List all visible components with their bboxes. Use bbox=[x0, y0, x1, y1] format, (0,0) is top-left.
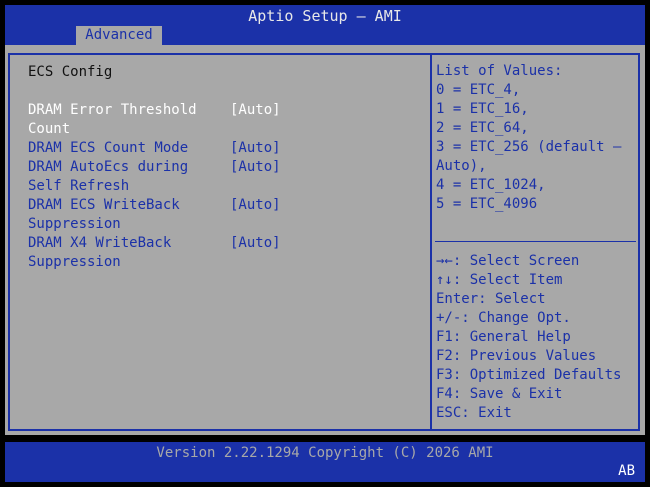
ab-badge: AB bbox=[618, 463, 635, 479]
help-line: 2 = ETC_64, bbox=[436, 120, 529, 136]
setting-value[interactable]: [Auto] bbox=[230, 158, 281, 177]
key-f1: F1: General Help bbox=[436, 329, 571, 345]
help-line: Auto), bbox=[436, 158, 487, 174]
help-line: List of Values: bbox=[436, 63, 563, 79]
section-title: ECS Config bbox=[28, 64, 113, 80]
setting-label: DRAM Error Threshold Count bbox=[28, 102, 197, 137]
setting-label: DRAM ECS Count Mode bbox=[28, 140, 189, 156]
footer-bar: Version 2.22.1294 Copyright (C) 2026 AMI… bbox=[5, 442, 645, 482]
help-line: 1 = ETC_16, bbox=[436, 101, 529, 117]
help-text: List of Values: 0 = ETC_4, 1 = ETC_16, 2… bbox=[436, 62, 636, 214]
vertical-divider bbox=[430, 53, 432, 431]
help-line: 4 = ETC_1024, bbox=[436, 177, 546, 193]
key-legend: →←: Select Screen ↑↓: Select Item Enter:… bbox=[436, 252, 636, 423]
key-f2: F2: Previous Values bbox=[436, 348, 597, 364]
setting-value[interactable]: [Auto] bbox=[230, 139, 281, 158]
setting-value[interactable]: [Auto] bbox=[230, 234, 281, 253]
help-line: 0 = ETC_4, bbox=[436, 82, 521, 98]
setting-label: DRAM X4 WriteBack Suppression bbox=[28, 235, 172, 270]
bios-screen: Aptio Setup – AMI Advanced ECS Config DR… bbox=[0, 0, 650, 487]
help-line: 5 = ETC_4096 bbox=[436, 196, 538, 212]
help-line: 3 = ETC_256 (default – bbox=[436, 139, 622, 155]
setting-label: DRAM ECS WriteBack Suppression bbox=[28, 197, 180, 232]
key-f4: F4: Save & Exit bbox=[436, 386, 563, 402]
key-select-item: ↑↓: Select Item bbox=[436, 272, 563, 288]
tab-advanced[interactable]: Advanced bbox=[76, 26, 162, 45]
setting-value[interactable]: [Auto] bbox=[230, 101, 281, 120]
window-title: Aptio Setup – AMI bbox=[248, 7, 402, 25]
key-esc: ESC: Exit bbox=[436, 405, 512, 421]
version-text: Version 2.22.1294 Copyright (C) 2026 AMI bbox=[156, 445, 494, 461]
key-select-screen: →←: Select Screen bbox=[436, 253, 580, 269]
setting-label: DRAM AutoEcs during Self Refresh bbox=[28, 159, 189, 194]
title-bar: Aptio Setup – AMI Advanced bbox=[5, 5, 645, 45]
key-change-opt: +/-: Change Opt. bbox=[436, 310, 571, 326]
help-divider bbox=[435, 241, 636, 242]
main-panel: ECS Config DRAM Error Threshold Count [A… bbox=[5, 45, 645, 435]
key-f3: F3: Optimized Defaults bbox=[436, 367, 622, 383]
setting-value[interactable]: [Auto] bbox=[230, 196, 281, 215]
key-enter: Enter: Select bbox=[436, 291, 546, 307]
